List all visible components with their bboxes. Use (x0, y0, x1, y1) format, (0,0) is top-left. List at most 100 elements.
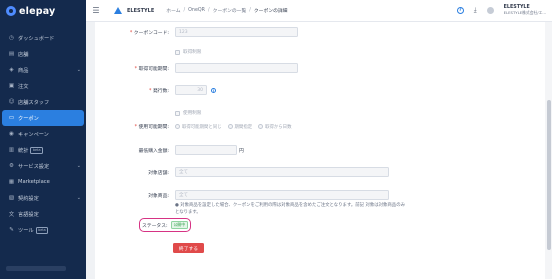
grid-icon: ▦ (8, 179, 15, 185)
use-period-options: 取得可能期間と同じ 期間指定 取得から日数 (175, 124, 297, 130)
scrollbar[interactable] (545, 22, 552, 279)
sidebar: elepay ◷ ダッシュボード ▤ 店舗 ◈ 商品 ⌄ ▣ 注文 ☺ 店舗スタッフ ▭ クーポン ◉ キャ… (0, 0, 86, 279)
language-icon: 文 (8, 212, 15, 218)
sidebar-item-label: キャンペーン (18, 131, 49, 138)
sidebar-item[interactable]: ▧ 契約設定 ⌄ (0, 190, 86, 206)
hamburger-menu-icon[interactable]: ☰ (86, 6, 106, 15)
use-limit-checkbox[interactable]: 使用制限 (175, 110, 201, 116)
finish-button[interactable]: 終了する (173, 243, 204, 253)
contract-icon: ▧ (8, 195, 15, 201)
radio-label: 期間指定 (234, 124, 253, 130)
sidebar-item-label: 契約設定 (18, 195, 39, 202)
radio-date-range[interactable]: 期間指定 (227, 124, 253, 130)
download-icon[interactable]: ⤓ (474, 6, 477, 15)
store-name[interactable]: ELESTYLE (127, 8, 154, 14)
beta-badge: beta (30, 146, 44, 154)
sidebar-item-label: 注文 (18, 83, 29, 90)
sidebar-item[interactable]: ⚙ サービス設定 ⌄ (0, 158, 86, 174)
sidebar-item[interactable]: ▦ Marketplace (0, 174, 86, 190)
sidebar-item-label: サービス設定 (18, 163, 50, 170)
sidebar-item[interactable]: 文言語設定 (0, 206, 86, 222)
document-icon: ▣ (8, 83, 15, 89)
logo[interactable]: elepay (0, 0, 86, 22)
status-label: ステータス: (142, 223, 168, 229)
brand-name: elepay (19, 5, 56, 17)
clock-icon: ◷ (9, 35, 14, 41)
coupon-detail-card: * クーポンコード: 123 取得制限 * 取得可能期間: * 発行数: 30 … (95, 22, 545, 279)
info-icon[interactable]: i (211, 87, 216, 93)
radio-same-period[interactable]: 取得可能期間と同じ (175, 124, 222, 130)
chevron-down-icon: ⌄ (76, 163, 81, 169)
chevron-down-icon: ⌄ (76, 195, 81, 201)
sidebar-item[interactable]: ◉ キャンペーン (0, 126, 86, 142)
acquire-period-label: * 取得可能期間: (134, 66, 169, 72)
beta-badge: beta (35, 226, 49, 234)
sidebar-item[interactable]: ☺ 店舗スタッフ (0, 94, 86, 110)
issue-count-label: * 発行数: (149, 88, 169, 94)
status-badge: 公開中 (170, 221, 188, 229)
sidebar-item-label: Marketplace (18, 179, 50, 185)
megaphone-icon: ◉ (9, 131, 14, 137)
target-store-field[interactable]: 全て (175, 167, 389, 177)
wrench-icon: ✎ (9, 227, 14, 233)
issue-count-row: * 発行数: 30 i (99, 85, 216, 95)
sidebar-menu: ◷ ダッシュボード ▤ 店舗 ◈ 商品 ⌄ ▣ 注文 ☺ 店舗スタッフ ▭ クーポン ◉ キャンペーン ▥ 統計… (0, 30, 86, 238)
avatar[interactable] (486, 7, 494, 14)
sidebar-item[interactable]: ▥ 統計 beta (0, 142, 86, 158)
target-product-field[interactable]: 全て (175, 190, 389, 200)
breadcrumb: ホーム / OneQR / クーポンの一覧 / クーポンの詳細 (166, 7, 456, 14)
yen-unit: 円 (239, 148, 244, 154)
use-period-label: * 使用可能期間: (134, 125, 169, 130)
radio-icon (227, 124, 233, 129)
sidebar-item-label: クーポン (18, 115, 39, 122)
help-icon[interactable]: ? (456, 7, 464, 14)
header-icons: ? ⤓ (456, 6, 494, 15)
user-menu[interactable]: ELESTYLE ELESTYLE株式会社/エ... (504, 5, 546, 16)
breadcrumb-coupon-list[interactable]: クーポンの一覧 (213, 7, 247, 14)
checkbox-icon (175, 49, 180, 55)
target-product-label: 対象商品: (148, 193, 169, 199)
target-store-row: 対象店舗: 全て (99, 167, 389, 177)
coupon-icon: ▭ (8, 115, 15, 121)
sidebar-item[interactable]: ◷ ダッシュボード (0, 30, 86, 46)
acquire-limit-checkbox[interactable]: 取得制限 (175, 49, 201, 55)
coupon-code-label: * クーポンコード: (129, 30, 169, 36)
sidebar-item[interactable]: ✎ ツール beta (0, 222, 86, 238)
radio-label: 取得可能期間と同じ (182, 124, 222, 130)
chart-icon: ▥ (8, 147, 15, 153)
coupon-code-row: * クーポンコード: 123 (99, 27, 298, 37)
acquire-period-row: * 取得可能期間: (99, 63, 298, 73)
target-product-note: ● 対象商品を設定した場合、クーポンをご利用の際は対象商品を含めたご注文となりま… (175, 203, 405, 215)
sidebar-item[interactable]: ▭ クーポン (2, 110, 84, 126)
sidebar-item-label: 店舗 (18, 51, 29, 58)
radio-label: 取得から日数 (265, 124, 292, 130)
sidebar-item[interactable]: ▤ 店舗 (0, 46, 86, 62)
note-row: ● 対象商品を設定した場合、クーポンをご利用の際は対象商品を含めたご注文となりま… (175, 203, 405, 216)
radio-days-from-acquire[interactable]: 取得から日数 (258, 124, 291, 130)
tag-icon: ◈ (9, 67, 14, 73)
breadcrumb-separator: / (249, 8, 251, 13)
sidebar-item-label: ダッシュボード (18, 35, 55, 42)
sidebar-item-label: ツール beta (18, 226, 81, 234)
status-highlight: ステータス: 公開中 (139, 218, 191, 232)
sidebar-item[interactable]: ▣ 注文 (0, 78, 86, 94)
coupon-code-field[interactable]: 123 (175, 27, 298, 37)
use-period-row: * 使用可能期間: 取得可能期間と同じ 期間指定 取得から日数 (99, 123, 297, 130)
radio-icon (175, 124, 180, 129)
breadcrumb-home[interactable]: ホーム (166, 7, 180, 14)
elepay-logo-icon (6, 6, 16, 16)
min-amount-field[interactable] (175, 145, 237, 155)
sidebar-item[interactable]: ◈ 商品 ⌄ (0, 62, 86, 78)
acquire-period-field[interactable] (175, 63, 298, 73)
target-store-label: 対象店舗: (148, 170, 169, 176)
gear-icon: ⚙ (9, 163, 14, 169)
scrollbar-thumb[interactable] (546, 100, 551, 250)
acquire-limit-label: 取得制限 (183, 50, 202, 55)
breadcrumb-oneqr[interactable]: OneQR (188, 8, 205, 13)
issue-count-field[interactable]: 30 (175, 85, 207, 95)
chevron-down-icon: ⌄ (76, 67, 81, 73)
top-header: ☰ ELESTYLE ホーム / OneQR / クーポンの一覧 / クーポンの… (86, 0, 552, 22)
min-amount-label: 最低購入金額: (138, 148, 169, 154)
sidebar-item-label: 商品 (18, 67, 29, 74)
target-product-row: 対象商品: 全て (99, 190, 389, 200)
